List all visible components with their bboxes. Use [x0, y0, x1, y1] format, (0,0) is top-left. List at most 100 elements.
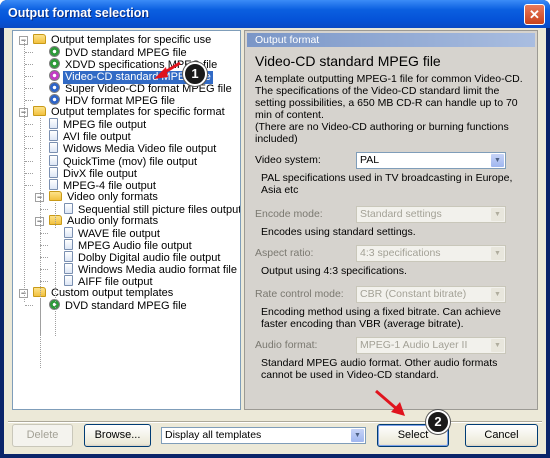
template-filter-value: Display all templates — [165, 429, 262, 441]
file-icon — [49, 166, 58, 178]
template-filter-dropdown[interactable]: Display all templates ▼ — [161, 427, 366, 444]
tree-connector — [25, 184, 33, 186]
disc-icon — [49, 70, 60, 82]
tree-connector — [25, 76, 33, 78]
panel-header: Output format — [247, 33, 535, 47]
template-tree[interactable]: − Output templates for specific use DVD st… — [12, 30, 241, 410]
tree-connector — [25, 100, 33, 102]
tree-connector — [40, 281, 48, 282]
tree-connector — [40, 244, 48, 246]
tree-guide-line — [40, 298, 41, 368]
field-description: Encodes using standard settings. — [261, 226, 416, 238]
file-icon — [64, 238, 73, 250]
chevron-down-icon[interactable]: ▼ — [351, 429, 364, 442]
chevron-down-icon: ▼ — [491, 288, 504, 301]
cancel-button[interactable]: Cancel — [465, 424, 538, 447]
field-dropdown: Standard settings ▼ — [356, 206, 506, 223]
disc-icon — [49, 82, 60, 94]
dialog-window: Output format selection ✕ − Output templa… — [0, 0, 550, 458]
tree-item[interactable]: MPEG file output — [49, 118, 148, 131]
tree-connector — [40, 268, 48, 270]
tree-connector — [25, 305, 33, 307]
tree-connector — [40, 208, 48, 210]
chevron-down-icon: ▼ — [491, 247, 504, 260]
folder-icon — [33, 106, 46, 117]
dialog-client: − Output templates for specific use DVD st… — [4, 28, 546, 454]
output-format-panel: Output format Video-CD standard MPEG fil… — [244, 30, 538, 410]
field-dropdown[interactable]: PAL ▼ — [356, 152, 506, 169]
disc-icon — [49, 94, 60, 106]
field-description: Output using 4:3 specifications. — [261, 265, 407, 277]
tree-item[interactable]: MPEG-4 file output — [49, 178, 158, 192]
field-label: Rate control mode: — [255, 288, 344, 300]
annotation-badge-1: 1 — [183, 62, 207, 86]
tree-item[interactable]: Super Video-CD format MPEG file — [49, 82, 234, 95]
browse-button[interactable]: Browse... — [84, 424, 151, 447]
tree-item[interactable]: Audio only formats — [49, 214, 160, 228]
field-dropdown: MPEG-1 Audio Layer II ▼ — [356, 337, 506, 354]
field-dropdown: CBR (Constant bitrate) ▼ — [356, 286, 506, 303]
field-value: Standard settings — [360, 208, 442, 220]
file-icon — [49, 154, 58, 166]
chevron-down-icon: ▼ — [491, 339, 504, 352]
tree-item[interactable]: WAVE file output — [64, 226, 162, 240]
file-icon — [64, 275, 73, 286]
tree-item[interactable]: Widows Media Video file output — [49, 142, 218, 155]
tree-item[interactable]: DivX file output — [49, 166, 139, 180]
tree-item[interactable]: MPEG Audio file output — [64, 238, 194, 252]
field-value: PAL — [360, 154, 380, 166]
disc-icon — [49, 46, 60, 58]
annotation-badge-2: 2 — [426, 410, 450, 434]
field-value: CBR (Constant bitrate) — [360, 288, 467, 300]
tree-guide-line — [24, 40, 25, 302]
tree-item[interactable]: HDV format MPEG file — [49, 94, 177, 107]
tree-item[interactable]: DVD standard MPEG file — [49, 299, 189, 312]
folder-icon — [33, 34, 46, 44]
tree-item[interactable]: AIFF file output — [64, 275, 155, 288]
tree-item[interactable]: Sequential still picture files output — [64, 202, 240, 216]
tree-item-label: Video only formats — [67, 190, 158, 203]
file-icon — [49, 142, 58, 154]
field-dropdown: 4:3 specifications ▼ — [356, 245, 506, 262]
tree-item[interactable]: QuickTime (mov) file output — [49, 154, 199, 168]
file-icon — [49, 118, 58, 130]
tree-item-label: DVD standard MPEG file — [65, 300, 187, 313]
field-value: 4:3 specifications — [360, 247, 441, 259]
chevron-down-icon: ▼ — [491, 208, 504, 221]
tree-connector — [25, 160, 33, 162]
delete-button[interactable]: Delete — [12, 424, 73, 447]
tree-item-label: Custom output templates — [51, 287, 174, 300]
tree-connector — [25, 148, 33, 150]
file-icon — [64, 262, 73, 274]
field-value: MPEG-1 Audio Layer II — [360, 339, 468, 351]
file-icon — [64, 250, 73, 262]
tree-item[interactable]: Output templates for specific use — [33, 34, 213, 47]
window-title: Output format selection — [8, 6, 149, 20]
tree-connector — [25, 64, 33, 66]
footer-separator — [8, 421, 542, 423]
field-label: Aspect ratio: — [255, 247, 314, 259]
field-label: Encode mode: — [255, 208, 323, 220]
field-description: PAL specifications used in TV broadcasti… — [261, 172, 513, 196]
field-label: Audio format: — [255, 339, 318, 351]
file-icon — [64, 202, 73, 214]
tree-item[interactable]: Dolby Digital audio file output — [64, 250, 222, 264]
tree-item[interactable]: Output templates for specific format — [33, 106, 227, 119]
tree-item[interactable]: Windows Media audio format file — [64, 262, 239, 276]
tree-item-label: Audio only formats — [67, 214, 159, 227]
file-icon — [49, 130, 58, 142]
panel-title: Video-CD standard MPEG file — [255, 53, 441, 69]
close-button[interactable]: ✕ — [524, 4, 545, 25]
tree-item[interactable]: AVI file output — [49, 130, 133, 143]
tree-item-label: Output templates for specific use — [51, 34, 212, 46]
tree-item-label: Output templates for specific format — [51, 106, 225, 119]
title-bar[interactable]: Output format selection ✕ — [0, 0, 550, 28]
tree-connector — [40, 256, 48, 258]
tree-item[interactable]: Video only formats — [49, 190, 160, 204]
tree-guide-line — [55, 203, 56, 228]
file-icon — [49, 178, 58, 190]
tree-connector — [25, 88, 33, 90]
tree-item[interactable]: DVD standard MPEG file — [49, 46, 189, 59]
chevron-down-icon[interactable]: ▼ — [491, 154, 504, 167]
panel-description: A template outputting MPEG-1 file for co… — [255, 73, 523, 145]
